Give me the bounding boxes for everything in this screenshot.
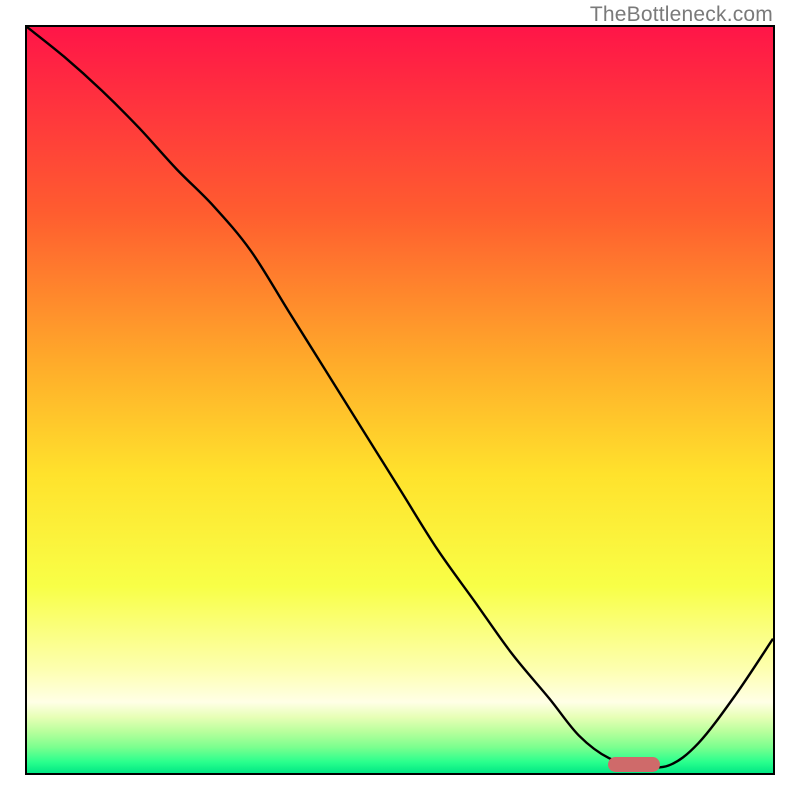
chart-curve xyxy=(27,27,773,773)
chart-frame: TheBottleneck.com xyxy=(0,0,800,800)
plot-area xyxy=(25,25,775,775)
watermark-text: TheBottleneck.com xyxy=(590,3,773,27)
optimal-marker xyxy=(608,757,660,772)
